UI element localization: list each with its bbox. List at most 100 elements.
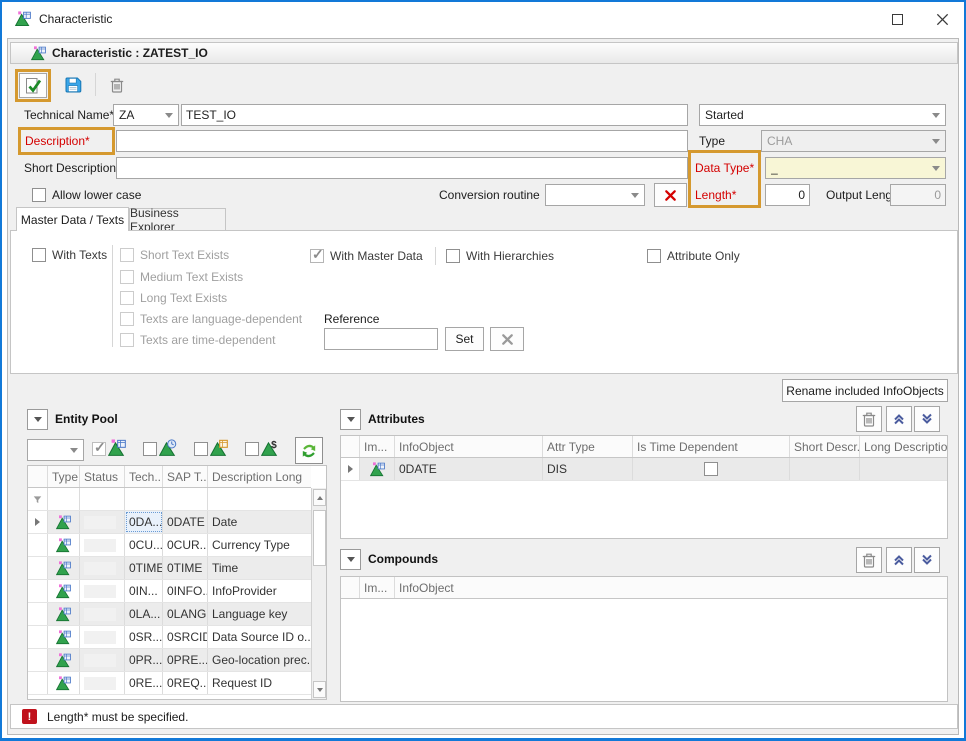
tab-business-explorer[interactable]: Business Explorer [129,208,226,231]
conversion-clear-button[interactable] [654,183,687,207]
save-icon [64,76,82,94]
column-attr-type[interactable]: Attr Type [543,436,633,457]
close-button[interactable] [920,2,964,36]
entity-pool-collapse-button[interactable] [27,409,48,430]
status-bar: Length* must be specified. [10,704,958,729]
column-tech[interactable]: Tech... [125,466,163,487]
compounds-header-row: Im... InfoObject [341,577,947,599]
column-im[interactable]: Im... [360,436,395,457]
filter-cell[interactable] [80,488,125,510]
compounds-move-up-button[interactable] [886,547,912,573]
type-value: CHA [767,134,932,148]
scroll-up-button[interactable] [313,489,326,506]
description-input[interactable] [116,130,688,152]
error-icon [22,709,37,724]
short-description-input[interactable] [116,157,688,179]
medium-text-exists-checkbox [120,270,134,284]
with-texts-label: With Texts [52,244,107,266]
attributes-collapse-button[interactable] [340,409,361,430]
reference-label: Reference [324,308,379,330]
filter-cell[interactable] [48,488,80,510]
attribute-row[interactable]: 0DATE DIS [341,458,947,481]
filter-characteristic-checkbox[interactable] [92,442,106,456]
reference-set-button[interactable]: Set [445,327,484,351]
column-short-descr[interactable]: Short Descr... [790,436,860,457]
column-infoobject[interactable]: InfoObject [395,436,543,457]
column-sap[interactable]: SAP T... [163,466,208,487]
attributes-move-down-button[interactable] [914,406,940,432]
conversion-routine-select[interactable] [545,184,645,206]
entity-pool-filter-row[interactable] [28,488,311,511]
technical-name-input[interactable] [181,104,688,126]
sap-name-cell: 0LANGU [163,603,208,625]
entity-pool-scrollbar[interactable] [311,488,326,699]
rename-infoobjects-button[interactable]: Rename included InfoObjects [782,379,948,402]
entity-row[interactable]: 0IN... 0INFO... InfoProvider [28,580,311,603]
current-row-arrow-icon [35,518,40,526]
filter-cell[interactable] [208,488,311,510]
compounds-collapse-button[interactable] [340,549,361,570]
reference-clear-button[interactable] [490,327,524,351]
activate-button[interactable] [19,73,47,98]
column-is-time-dependent[interactable]: Is Time Dependent [633,436,790,457]
attribute-only-checkbox[interactable] [647,249,661,263]
short-text-exists-label: Short Text Exists [140,244,229,266]
save-button[interactable] [60,72,86,98]
status-cell [80,649,125,671]
entity-row[interactable]: 0PR... 0PRE... Geo-location prec... [28,649,311,672]
filter-cell[interactable] [163,488,208,510]
column-im[interactable]: Im... [360,577,395,598]
compounds-delete-button[interactable] [856,547,882,573]
entity-row[interactable]: 0LA... 0LANGU Language key [28,603,311,626]
tech-name-cell[interactable]: 0DA... [125,511,163,533]
scroll-down-button[interactable] [313,681,326,698]
filter-cell[interactable] [125,488,163,510]
infoobject-cell: 0DATE [395,458,543,480]
type-label: Type [699,130,725,152]
prefix-select[interactable]: ZA [113,104,179,126]
double-chevron-down-icon [920,412,934,426]
length-input[interactable] [765,184,810,206]
entity-row[interactable]: 0RE... 0REQ... Request ID [28,672,311,695]
scroll-thumb[interactable] [313,510,326,566]
entity-row[interactable]: 0DA... 0DATE Date [28,511,311,534]
column-status[interactable]: Status [80,466,125,487]
delete-button[interactable] [104,72,130,98]
filter-unit-checkbox[interactable] [194,442,208,456]
compounds-move-down-button[interactable] [914,547,940,573]
reference-input[interactable] [324,328,438,350]
data-type-select[interactable]: _ [765,157,946,179]
status-select[interactable]: Started [699,104,946,126]
with-master-data-checkbox[interactable] [310,249,324,263]
row-header-cell [28,534,48,556]
group-divider [435,247,436,265]
with-texts-checkbox[interactable] [32,248,46,262]
refresh-button[interactable] [295,437,323,464]
editor-title: Characteristic : ZATEST_IO [52,46,208,60]
is-time-dependent-checkbox[interactable] [704,462,718,476]
characteristic-icon [108,439,126,457]
attributes-move-up-button[interactable] [886,406,912,432]
column-type[interactable]: Type [48,466,80,487]
tab-master-data-texts[interactable]: Master Data / Texts [16,207,129,231]
allow-lower-case-checkbox[interactable] [32,188,46,202]
red-x-icon [663,188,678,203]
entity-pool-header-row: Type Status Tech... SAP T... Description… [28,466,311,488]
column-description-long[interactable]: Description Long [208,466,311,487]
maximize-icon [892,14,903,25]
key-figure-icon [261,439,279,457]
entity-row[interactable]: 0SR... 0SRCID Data Source ID o... [28,626,311,649]
entity-row[interactable]: 0TIME 0TIME Time [28,557,311,580]
entity-pool-filter-select[interactable] [27,439,84,461]
texts-time-dependent-label: Texts are time-dependent [140,329,275,351]
filter-key-figure-checkbox[interactable] [245,442,259,456]
with-hierarchies-checkbox[interactable] [446,249,460,263]
entity-row[interactable]: 0CU... 0CUR... Currency Type [28,534,311,557]
funnel-icon [32,493,43,506]
attributes-delete-button[interactable] [856,406,882,432]
filter-time-characteristic-checkbox[interactable] [143,442,157,456]
tech-name-cell: 0TIME [125,557,163,579]
column-infoobject[interactable]: InfoObject [395,577,947,598]
column-long-description[interactable]: Long Description [860,436,947,457]
maximize-button[interactable] [874,2,920,36]
